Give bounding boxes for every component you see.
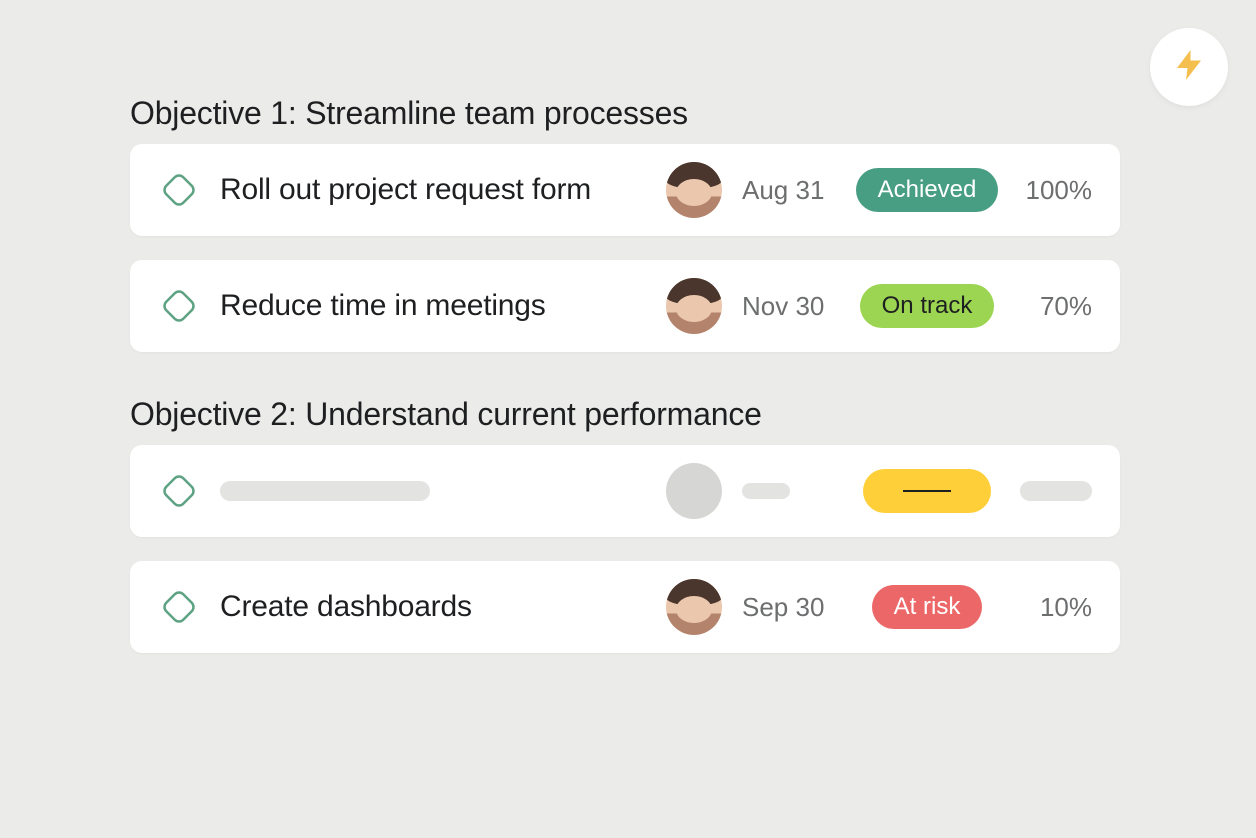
key-result-row[interactable]: Roll out project request form Aug 31 Ach… xyxy=(130,144,1120,236)
status-cell[interactable]: At risk xyxy=(852,585,1002,629)
objective-title: Objective 2: Understand current performa… xyxy=(130,396,1120,433)
progress-value-placeholder xyxy=(1002,481,1092,501)
key-result-row[interactable]: Create dashboards Sep 30 At risk 10% xyxy=(130,561,1120,653)
key-result-title: Create dashboards xyxy=(220,590,666,624)
assignee-avatar-placeholder[interactable] xyxy=(666,463,722,519)
progress-value: 100% xyxy=(1002,175,1092,206)
status-cell-editing[interactable] xyxy=(852,469,1002,513)
key-result-title-placeholder[interactable] xyxy=(220,481,666,501)
goal-diamond-icon xyxy=(158,470,200,512)
due-date[interactable]: Nov 30 xyxy=(742,291,852,322)
status-badge: On track xyxy=(860,284,995,328)
progress-value: 70% xyxy=(1002,291,1092,322)
due-date[interactable]: Sep 30 xyxy=(742,592,852,623)
progress-value: 10% xyxy=(1002,592,1092,623)
status-badge-editing xyxy=(863,469,991,513)
lightning-bolt-icon xyxy=(1171,47,1207,88)
objective-group: Objective 2: Understand current performa… xyxy=(130,396,1120,653)
due-date[interactable]: Aug 31 xyxy=(742,175,852,206)
key-result-title: Reduce time in meetings xyxy=(220,289,666,323)
status-cell[interactable]: On track xyxy=(852,284,1002,328)
assignee-avatar[interactable] xyxy=(666,278,722,334)
key-result-title: Roll out project request form xyxy=(220,173,666,207)
text-cursor-icon xyxy=(903,490,951,492)
key-result-row-editing[interactable] xyxy=(130,445,1120,537)
key-result-row[interactable]: Reduce time in meetings Nov 30 On track … xyxy=(130,260,1120,352)
objective-group: Objective 1: Streamline team processes R… xyxy=(130,95,1120,352)
status-cell[interactable]: Achieved xyxy=(852,168,1002,212)
goal-diamond-icon xyxy=(158,586,200,628)
goal-diamond-icon xyxy=(158,285,200,327)
due-date-placeholder[interactable] xyxy=(742,483,852,499)
assignee-avatar[interactable] xyxy=(666,579,722,635)
goal-diamond-icon xyxy=(158,169,200,211)
status-badge: Achieved xyxy=(856,168,999,212)
status-badge: At risk xyxy=(872,585,983,629)
quick-action-fab[interactable] xyxy=(1150,28,1228,106)
objective-title: Objective 1: Streamline team processes xyxy=(130,95,1120,132)
objectives-list: Objective 1: Streamline team processes R… xyxy=(130,95,1120,677)
assignee-avatar[interactable] xyxy=(666,162,722,218)
